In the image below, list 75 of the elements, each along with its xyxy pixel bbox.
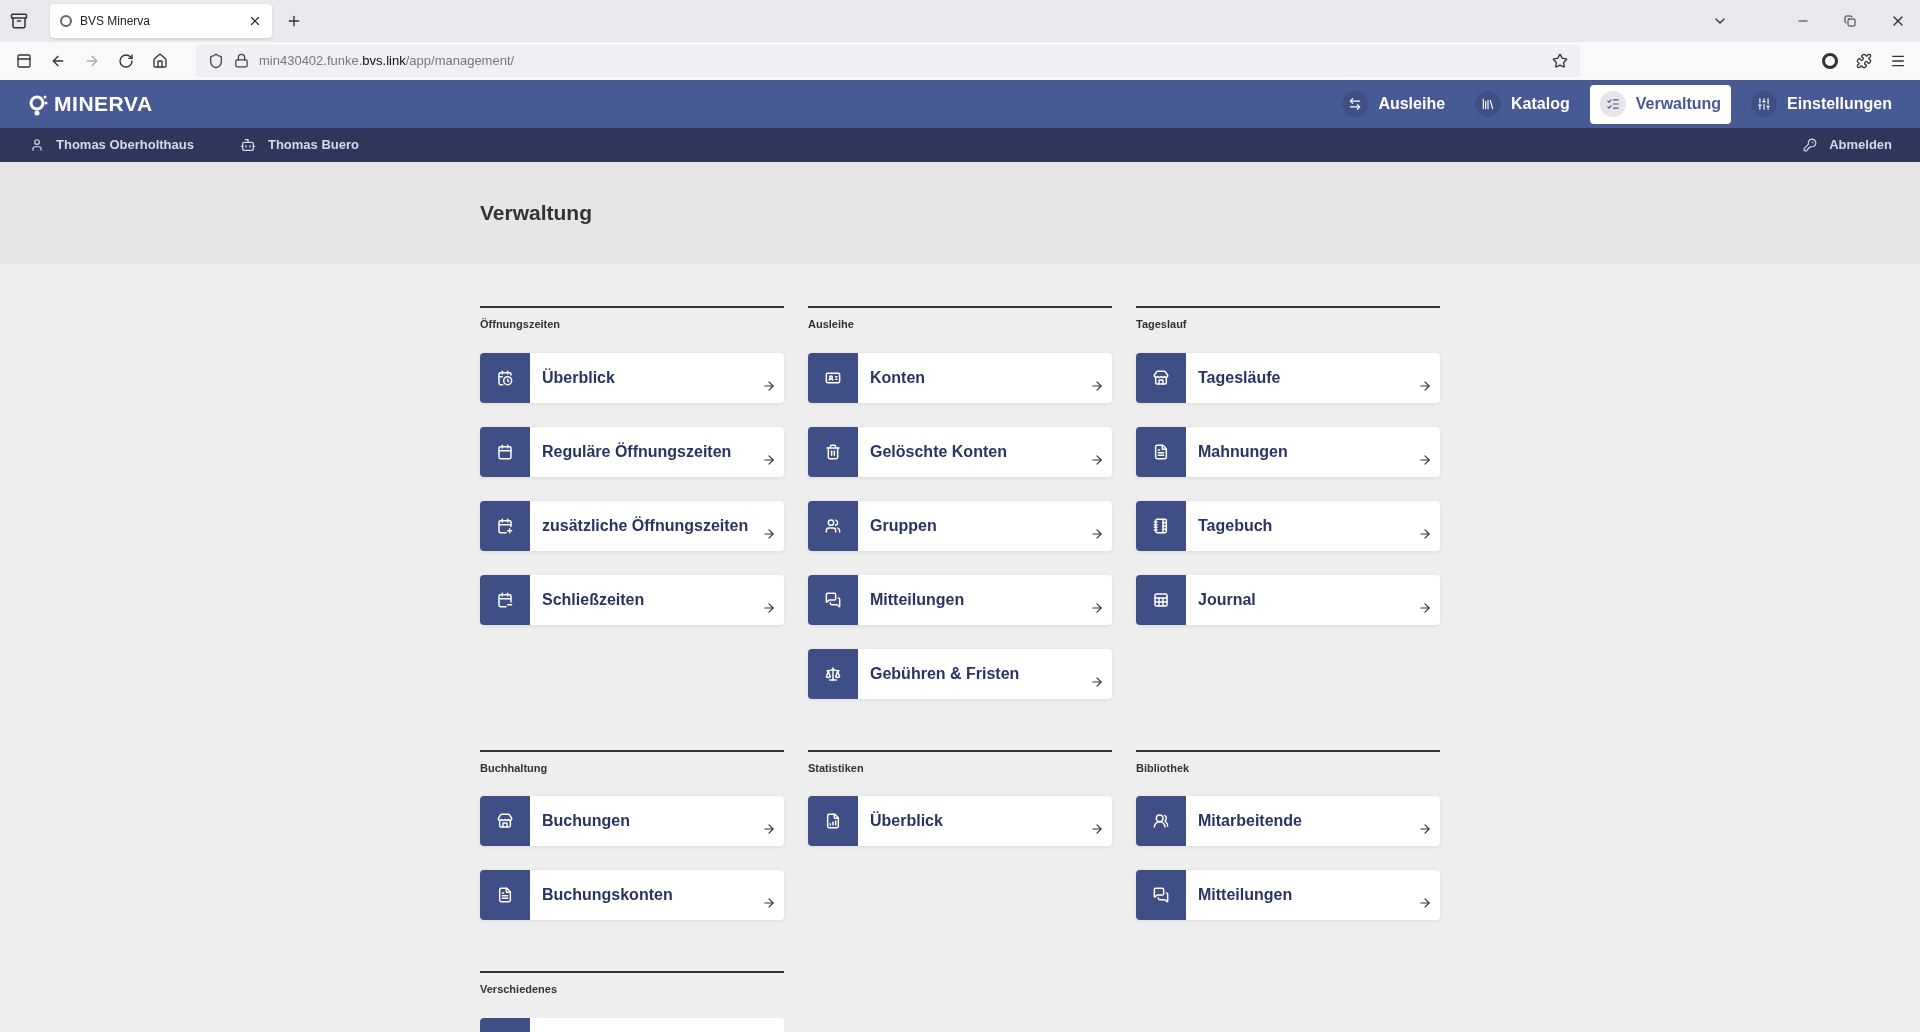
document-icon [1153, 444, 1169, 460]
trash-icon [825, 444, 841, 460]
sliders-icon [1757, 97, 1772, 112]
calendar-icon [497, 444, 513, 460]
browser-tab[interactable]: BVS Minerva [50, 3, 272, 38]
chat-bubbles-icon [825, 592, 841, 608]
nav-tab[interactable]: Verwaltung [1589, 84, 1732, 124]
section-heading: Öffnungszeiten [480, 317, 562, 333]
section-heading: Ausleihe [808, 317, 855, 333]
logout-link[interactable]: Abmelden [1803, 135, 1892, 155]
key-icon [1803, 138, 1818, 153]
address-bar[interactable]: min430402.funke.bvs.link/app/management/ [196, 44, 1580, 77]
user-icon [30, 138, 44, 153]
section-heading: Statistiken [808, 761, 865, 776]
account-icon[interactable] [1822, 52, 1838, 69]
nav-tab[interactable]: Einstellungen [1741, 84, 1902, 124]
swap-arrows-icon [1348, 97, 1363, 112]
table-icon [1153, 592, 1169, 608]
people-icon [1153, 813, 1169, 830]
user-name: Thomas Oberholthaus [56, 136, 194, 155]
section-heading: Verschiedenes [480, 982, 559, 998]
page-title: Verwaltung [480, 200, 593, 227]
menu-card[interactable]: Tagesläufe [1136, 353, 1440, 403]
reload-icon[interactable] [118, 52, 134, 69]
chat-bubbles-icon [1153, 887, 1169, 904]
menu-card[interactable]: Gelöschte Konten [808, 427, 1112, 477]
menu-card[interactable]: Mitteilungen [808, 575, 1112, 625]
store-icon [1153, 370, 1169, 386]
menu-card[interactable] [480, 1018, 784, 1032]
menu-card[interactable]: Mitarbeitende [1136, 796, 1440, 847]
menu-card[interactable]: Mitteilungen [1136, 870, 1440, 921]
app-logo-text: MINERVA [54, 91, 153, 118]
tab-list-icon[interactable] [10, 11, 28, 30]
extensions-icon[interactable] [1856, 52, 1872, 69]
menu-card[interactable]: Journal [1136, 575, 1440, 625]
robot-icon [239, 137, 256, 154]
url-text: min430402.funke.bvs.link/app/management/ [259, 52, 516, 71]
nav-tab[interactable]: Katalog [1465, 84, 1580, 124]
calendar-plus-icon [497, 518, 513, 534]
calendar-minus-icon [497, 592, 513, 608]
sidebar-icon[interactable] [16, 52, 32, 69]
scale-icon [825, 666, 841, 682]
notebook-icon [1153, 518, 1169, 534]
menu-card[interactable]: zusätzliche Öffnungszeiten [480, 501, 784, 551]
shield-icon [208, 52, 224, 69]
menu-card[interactable]: Reguläre Öffnungszeiten [480, 427, 784, 477]
chart-document-icon [825, 813, 841, 830]
menu-card[interactable]: Überblick [480, 353, 784, 403]
id-card-icon [825, 370, 841, 386]
menu-card[interactable]: Überblick [808, 796, 1112, 847]
menu-card[interactable]: Gebühren & Fristen [808, 649, 1112, 699]
checklist-icon [1605, 97, 1620, 112]
tab-title: BVS Minerva [80, 12, 152, 30]
document-icon [497, 887, 513, 904]
section-heading: Buchhaltung [480, 761, 549, 776]
restore-icon[interactable] [1844, 14, 1856, 27]
favicon-icon [60, 14, 72, 27]
books-icon [1481, 97, 1496, 112]
menu-card[interactable]: Mahnungen [1136, 427, 1440, 477]
menu-card[interactable]: Konten [808, 353, 1112, 403]
lock-icon [234, 53, 249, 69]
section-heading: Tageslauf [1136, 317, 1188, 333]
nav-tab[interactable]: Ausleihe [1332, 84, 1456, 124]
users-icon [825, 518, 841, 534]
store-icon [497, 813, 513, 830]
station-name: Thomas Buero [267, 136, 359, 155]
menu-card[interactable]: Tagebuch [1136, 501, 1440, 551]
bookmark-star-icon[interactable] [1552, 52, 1568, 69]
home-icon[interactable] [152, 52, 168, 69]
section-heading: Bibliothek [1136, 761, 1191, 776]
menu-card[interactable]: Schließzeiten [480, 575, 784, 625]
calendar-clock-icon [497, 370, 513, 386]
menu-card[interactable]: Buchungen [480, 796, 784, 847]
menu-card[interactable]: Buchungskonten [480, 870, 784, 921]
menu-card[interactable]: Gruppen [808, 501, 1112, 551]
